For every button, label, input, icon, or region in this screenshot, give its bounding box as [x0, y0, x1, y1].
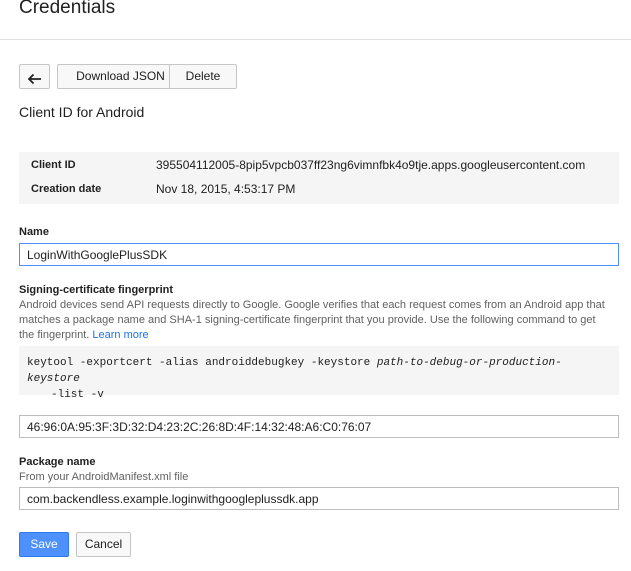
name-input[interactable] [19, 243, 619, 266]
client-id-value: 395504112005-8pip5vpcb037ff23ng6vimnfbk4… [156, 158, 586, 172]
client-id-label: Client ID [31, 159, 76, 171]
fingerprint-input[interactable] [19, 415, 619, 438]
name-label: Name [19, 226, 49, 238]
fingerprint-help-line: Android devices send API requests direct… [19, 299, 605, 311]
fingerprint-label: Signing-certificate fingerprint [19, 284, 174, 296]
page-title: Credentials [19, 0, 116, 18]
fingerprint-help-text: the fingerprint. [19, 329, 90, 341]
package-name-input[interactable] [19, 487, 619, 510]
page-header: Credentials [0, 0, 631, 40]
creation-date-label: Creation date [31, 183, 102, 195]
cancel-button[interactable]: Cancel [76, 532, 131, 557]
creation-date-value: Nov 18, 2015, 4:53:17 PM [156, 182, 296, 196]
command-line: keytool -exportcert -alias androiddebugk… [27, 355, 611, 387]
client-id-row: Client ID 395504112005-8pip5vpcb037ff23n… [19, 154, 619, 178]
command-text: keytool -exportcert -alias androiddebugk… [27, 357, 377, 369]
delete-button[interactable]: Delete [169, 64, 237, 89]
download-json-button[interactable]: Download JSON [57, 64, 184, 89]
package-name-label: Package name [19, 456, 96, 468]
fingerprint-help-line: the fingerprint. Learn more [19, 328, 605, 343]
save-button[interactable]: Save [19, 532, 69, 557]
arrow-back-icon [20, 73, 49, 85]
creation-date-row: Creation date Nov 18, 2015, 4:53:17 PM [19, 178, 619, 202]
package-name-helper: From your AndroidManifest.xml file [19, 471, 189, 483]
client-info-panel: Client ID 395504112005-8pip5vpcb037ff23n… [19, 152, 619, 204]
keytool-command-block: keytool -exportcert -alias androiddebugk… [19, 346, 619, 401]
back-button[interactable] [19, 64, 50, 89]
fingerprint-help-line: matches a package name and SHA-1 signing… [19, 314, 596, 326]
credentials-page: Credentials Download JSON Delete Client … [0, 0, 631, 571]
learn-more-link[interactable]: Learn more [92, 329, 148, 341]
section-title: Client ID for Android [19, 104, 145, 120]
fingerprint-help: Android devices send API requests direct… [19, 298, 605, 343]
command-line: -list -v [51, 389, 104, 401]
